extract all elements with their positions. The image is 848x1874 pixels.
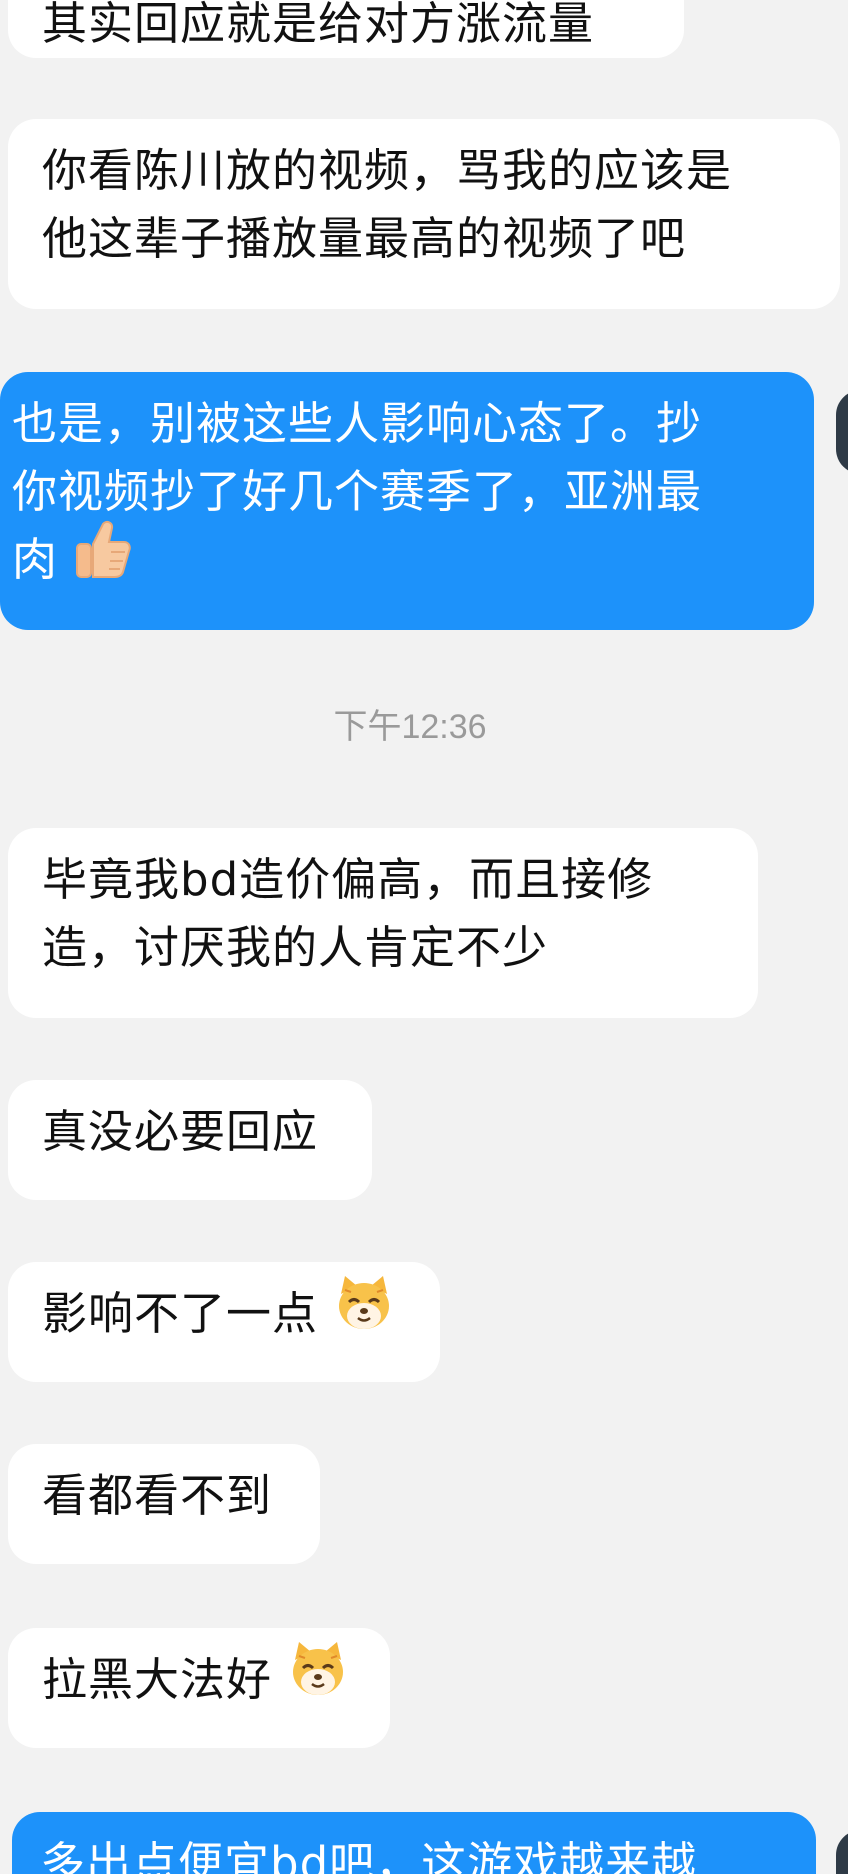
message-line: 其实回应就是给对方涨流量 — [42, 0, 595, 50]
message-line: 造，讨厌我的人肯定不少 — [42, 921, 549, 974]
outgoing-message[interactable]: 多出点便宜bd吧，这游戏越来越 — [12, 1812, 816, 1874]
message-line: 你看陈川放的视频，骂我的应该是 — [42, 144, 733, 197]
message-line: 真没必要回应 — [42, 1105, 319, 1158]
message-line: 拉黑大法好 — [42, 1653, 273, 1706]
message-line: 多出点便宜bd吧，这游戏越来越 — [40, 1837, 698, 1874]
message-line: 他这辈子播放量最高的视频了吧 — [42, 212, 687, 265]
message-line: 影响不了一点 — [42, 1287, 319, 1340]
message-line: 肉 — [12, 533, 59, 586]
message-timestamp: 下午12:36 — [333, 708, 487, 746]
message-line: 看都看不到 — [42, 1469, 273, 1522]
message-line: 毕竟我bd造价偏高，而且接修 — [42, 853, 654, 906]
message-line: 你视频抄了好几个赛季了，亚洲最 — [12, 465, 703, 518]
incoming-message[interactable]: 你看陈川放的视频，骂我的应该是 他这辈子播放量最高的视频了吧 — [8, 119, 840, 309]
user-avatar[interactable] — [836, 1830, 848, 1874]
incoming-message[interactable]: 影响不了一点 — [8, 1262, 440, 1382]
chat-message-list[interactable]: 其实回应就是给对方涨流量 你看陈川放的视频，骂我的应该是 他这辈子播放量最高的视… — [0, 0, 848, 1874]
user-avatar[interactable] — [836, 390, 848, 474]
message-line: 也是，别被这些人影响心态了。抄 — [12, 397, 703, 450]
incoming-message[interactable]: 毕竟我bd造价偏高，而且接修 造，讨厌我的人肯定不少 — [8, 828, 758, 1018]
incoming-message[interactable]: 看都看不到 — [8, 1444, 320, 1564]
incoming-message[interactable]: 真没必要回应 — [8, 1080, 372, 1200]
smug-dog-face-icon — [333, 1272, 395, 1353]
thumbs-up-icon — [73, 518, 132, 599]
incoming-message[interactable]: 拉黑大法好 — [8, 1628, 390, 1748]
outgoing-message[interactable]: 也是，别被这些人影响心态了。抄 你视频抄了好几个赛季了，亚洲最 肉 — [0, 372, 814, 630]
incoming-message[interactable]: 其实回应就是给对方涨流量 — [8, 0, 684, 58]
smug-dog-face-icon — [287, 1638, 349, 1719]
